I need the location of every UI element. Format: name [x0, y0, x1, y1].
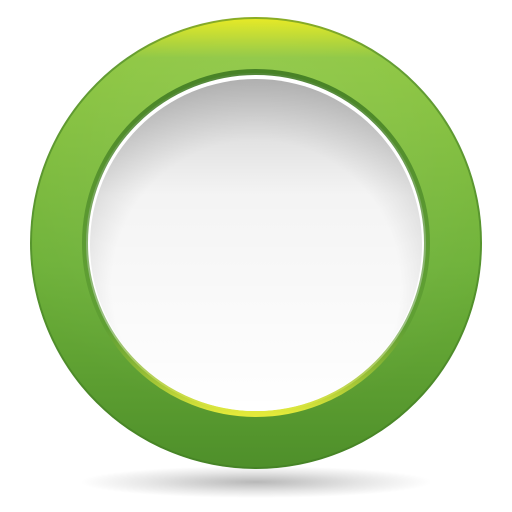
drop-shadow [80, 466, 432, 498]
ring-icon [30, 17, 482, 498]
ring-icon-canvas [0, 0, 512, 512]
ring-center-inner-shadow [90, 79, 422, 411]
